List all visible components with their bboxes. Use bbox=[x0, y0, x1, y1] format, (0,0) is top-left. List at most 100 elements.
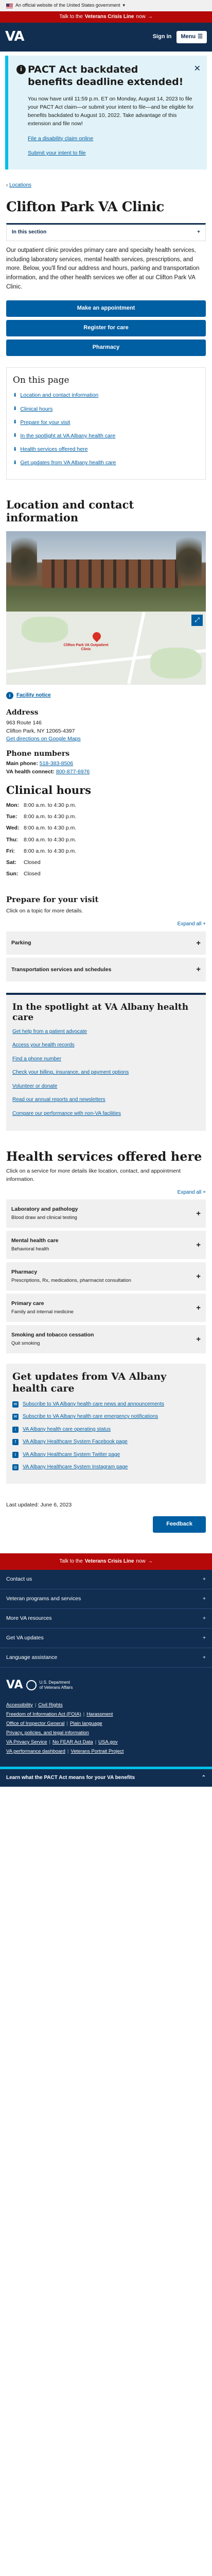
spotlight-link[interactable]: Check your billing, insurance, and payme… bbox=[12, 1069, 200, 1077]
plus-icon: + bbox=[202, 1595, 206, 1602]
accordion-parking[interactable]: Parking + bbox=[6, 931, 206, 955]
toc-item[interactable]: ⬇ Location and contact information bbox=[13, 392, 199, 399]
plus-icon: + bbox=[196, 938, 201, 947]
spotlight-link[interactable]: Volunteer or donate bbox=[12, 1083, 200, 1091]
prepare-heading: Prepare for your visit bbox=[6, 894, 99, 904]
us-flag-icon bbox=[6, 3, 13, 8]
breadcrumb-locations[interactable]: Locations bbox=[9, 182, 31, 188]
clinic-photo bbox=[6, 531, 206, 612]
prepare-expand-all[interactable]: Expand all + bbox=[0, 916, 212, 931]
pharmacy-button[interactable]: Pharmacy bbox=[6, 339, 206, 356]
street: 963 Route 146 bbox=[6, 719, 42, 726]
arrow-down-icon: ⬇ bbox=[13, 460, 17, 466]
footer-resources[interactable]: More VA resources + bbox=[0, 1609, 212, 1629]
location-map[interactable]: Clifton Park VA Outpatient Clinic ⤢ bbox=[6, 611, 206, 685]
va-seal-icon bbox=[26, 1680, 37, 1690]
footer-links: Accessibility | Civil Rights Freedom of In… bbox=[6, 1702, 124, 1754]
phone-heading: Phone numbers bbox=[6, 750, 70, 758]
spotlight-section: In the spotlight at VA Albany health car… bbox=[6, 993, 206, 1131]
arrow-down-icon: ⬇ bbox=[13, 433, 17, 439]
accordion-service[interactable]: Smoking and tobacco cessation Quit smokin… bbox=[6, 1325, 206, 1354]
close-icon[interactable]: ✕ bbox=[194, 63, 201, 75]
spotlight-link[interactable]: Compare our performance with non-VA faci… bbox=[12, 1110, 200, 1118]
register-button[interactable]: Register for care bbox=[6, 319, 206, 336]
services-expand-all[interactable]: Expand all + bbox=[0, 1184, 212, 1200]
plus-icon: + bbox=[196, 1240, 201, 1249]
spotlight-link[interactable]: Find a phone number bbox=[12, 1056, 200, 1063]
toc-title: On this page bbox=[13, 375, 69, 385]
mail-icon: ✉ bbox=[12, 1401, 19, 1408]
arrow-right-icon: → bbox=[147, 13, 153, 20]
prepare-hint: Click on a topic for more details. bbox=[6, 908, 83, 914]
address-heading: Address bbox=[6, 708, 39, 717]
hours-heading: Clinical hours bbox=[6, 783, 92, 796]
crisis-line-footer[interactable]: Talk to the Veterans Crisis Line now → bbox=[0, 1553, 212, 1570]
accordion-service[interactable]: Primary care Family and internal medicine… bbox=[6, 1294, 206, 1323]
spotlight-link[interactable]: Read our annual reports and newsletters bbox=[12, 1096, 200, 1104]
accordion-transportation[interactable]: Transportation services and schedules + bbox=[6, 958, 206, 982]
footer-programs[interactable]: Veteran programs and services + bbox=[0, 1589, 212, 1609]
arrow-right-icon: → bbox=[147, 1558, 153, 1564]
file-claim-link[interactable]: File a disability claim online bbox=[28, 135, 93, 142]
accordion-service[interactable]: Laboratory and pathology Blood draw and c… bbox=[6, 1199, 206, 1228]
site-footer: Contact us + Veteran programs and service… bbox=[0, 1569, 212, 1767]
facebook-icon: f bbox=[12, 1439, 19, 1446]
updates-heading: Get updates from VA Albany health care bbox=[12, 1371, 167, 1394]
intro-text: Our outpatient clinic provides primary c… bbox=[6, 247, 200, 291]
chevron-down-icon: ▾ bbox=[122, 3, 125, 8]
menu-button[interactable]: Menu ☰ bbox=[176, 31, 207, 43]
plus-icon: + bbox=[196, 1272, 201, 1281]
accordion-service[interactable]: Mental health care Behavioral health + bbox=[6, 1231, 206, 1260]
chevron-left-icon: ‹ bbox=[6, 182, 8, 189]
in-this-section-toggle[interactable]: In this section + bbox=[6, 223, 206, 241]
spotlight-link[interactable]: Get help from a patient advocate bbox=[12, 1028, 200, 1036]
toc-item[interactable]: ⬇ Clinical hours bbox=[13, 405, 199, 413]
facility-notice[interactable]: i Facility notice bbox=[6, 692, 206, 700]
last-updated: Last updated: June 6, 2023 bbox=[6, 1501, 72, 1508]
expand-map-icon[interactable]: ⤢ bbox=[191, 614, 203, 626]
main-phone-link[interactable]: 518-383-8506 bbox=[40, 760, 73, 767]
alert-body: You now have until 11:59 p.m. ET on Mond… bbox=[28, 95, 194, 127]
mail-icon: ✉ bbox=[12, 1414, 19, 1420]
twitter-icon: t bbox=[12, 1451, 19, 1458]
spotlight-link[interactable]: Access your health records bbox=[12, 1042, 200, 1049]
updates-section: Get updates from VA Albany health care ✉… bbox=[6, 1364, 206, 1484]
footer-contact-us[interactable]: Contact us + bbox=[0, 1570, 212, 1589]
directions-link[interactable]: Get directions on Google Maps bbox=[6, 736, 81, 742]
info-icon: i bbox=[6, 692, 13, 700]
footer-updates[interactable]: Get VA updates + bbox=[0, 1629, 212, 1648]
on-this-page: On this page ⬇ Location and contact infor… bbox=[6, 367, 206, 480]
services-heading: Health services offered here bbox=[6, 1149, 202, 1164]
health-connect-link[interactable]: 800-877-6976 bbox=[56, 769, 90, 775]
footer-logo[interactable]: VA U.S. Department of Veterans Affairs bbox=[6, 1677, 206, 1693]
gov-banner[interactable]: An official website of the United States… bbox=[0, 0, 212, 11]
alert-title: PACT Act backdated benefits deadline ext… bbox=[28, 64, 184, 88]
services-hint: Click on a service for more details like… bbox=[6, 1168, 181, 1182]
feedback-button[interactable]: Feedback bbox=[153, 1516, 206, 1533]
info-icon: i bbox=[16, 65, 26, 74]
page-title: Clifton Park VA Clinic bbox=[6, 199, 164, 215]
toc-item[interactable]: ⬇ Health services offered here bbox=[13, 446, 199, 453]
intent-to-file-link[interactable]: Submit your intent to file bbox=[28, 150, 86, 156]
make-appointment-button[interactable]: Make an appointment bbox=[6, 300, 206, 317]
toc-item[interactable]: ⬇ Prepare for your visit bbox=[13, 419, 199, 427]
footer-language[interactable]: Language assistance + bbox=[0, 1648, 212, 1668]
spotlight-heading: In the spotlight at VA Albany health car… bbox=[12, 1002, 189, 1023]
info-icon: i bbox=[12, 1426, 19, 1433]
crisis-line-banner[interactable]: Talk to the Veterans Crisis Line now → bbox=[0, 11, 212, 23]
map-pin-label: Clifton Park VA Outpatient Clinic bbox=[63, 643, 109, 652]
plus-icon: + bbox=[197, 229, 200, 235]
accordion-service[interactable]: Pharmacy Prescriptions, Rx, medications, … bbox=[6, 1262, 206, 1291]
plus-icon: + bbox=[202, 1634, 206, 1641]
pact-act-banner[interactable]: Learn what the PACT Act means for your V… bbox=[0, 1766, 212, 1787]
plus-icon: + bbox=[196, 1303, 201, 1312]
sign-in-link[interactable]: Sign in bbox=[153, 33, 172, 41]
site-header: VA Sign in Menu ☰ bbox=[0, 23, 212, 52]
toc-item[interactable]: ⬇ Get updates from VA Albany health care bbox=[13, 459, 199, 467]
map-pin-icon bbox=[91, 630, 103, 642]
breadcrumb: ‹ Locations bbox=[0, 174, 212, 193]
chevron-up-icon: ⌃ bbox=[201, 1774, 206, 1781]
va-logo[interactable]: VA bbox=[5, 27, 24, 47]
toc-item[interactable]: ⬇ In the spotlight at VA Albany health ca… bbox=[13, 432, 199, 440]
hours-table: Mon: 8:00 a.m. to 4:30 p.m. Tue: 8:00 a.m.… bbox=[6, 802, 77, 877]
